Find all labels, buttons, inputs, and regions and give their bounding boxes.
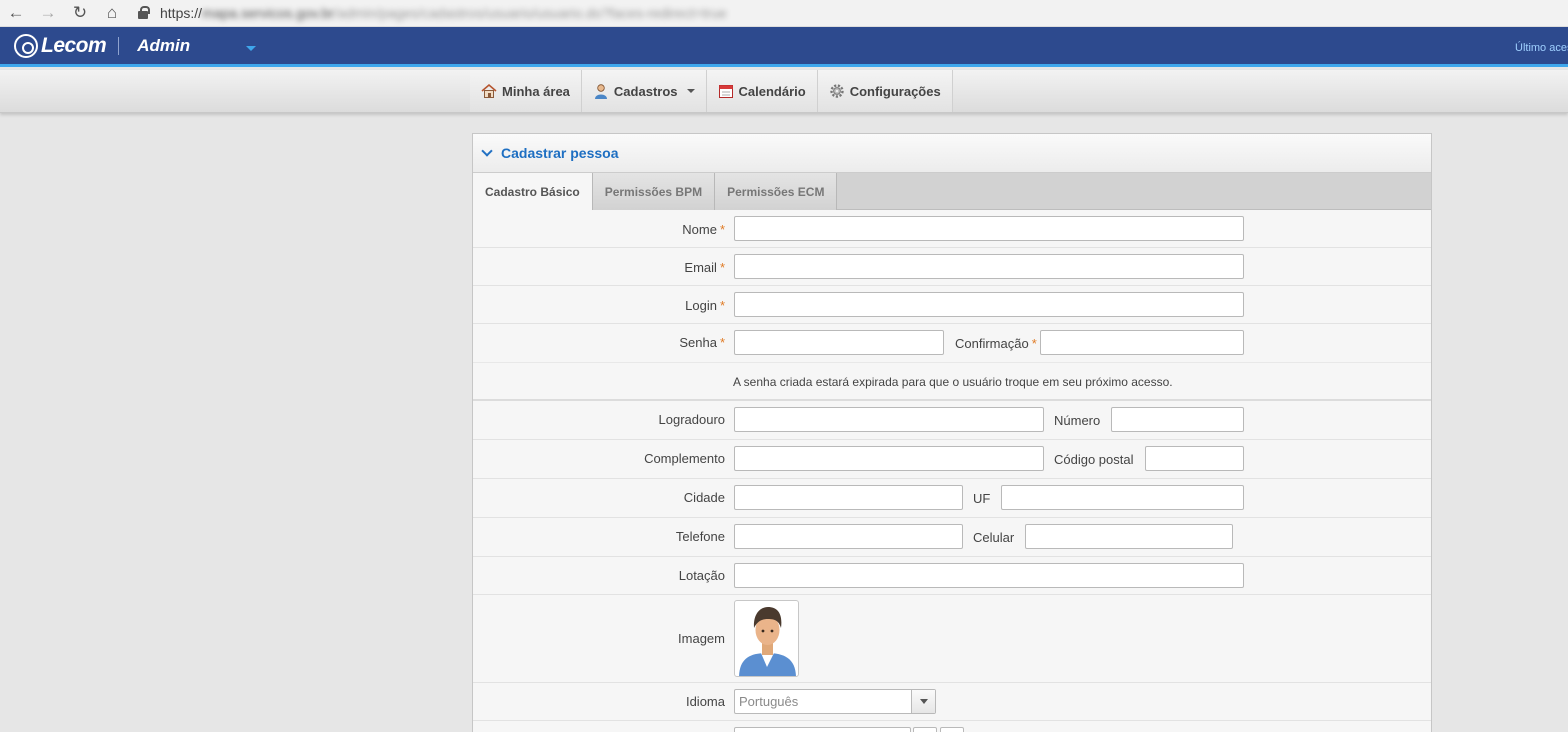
menu-item-label: Configurações bbox=[849, 83, 941, 99]
back-icon[interactable]: ← bbox=[0, 2, 32, 24]
cidade-label: Cidade bbox=[683, 490, 725, 505]
form-row-login: Login * bbox=[473, 286, 1431, 324]
home-icon bbox=[481, 83, 497, 99]
lecom-logo[interactable]: Lecom bbox=[14, 33, 107, 58]
login-label: Login * bbox=[685, 298, 725, 313]
menu-bar: Minha área Cadastros Calendário Configur… bbox=[0, 70, 1568, 113]
app-header: Lecom Admin Último acesso bbox=[0, 27, 1568, 67]
last-access-text: Último acesso bbox=[1515, 42, 1568, 54]
email-input[interactable] bbox=[734, 254, 1244, 279]
next-field-input[interactable] bbox=[734, 727, 911, 732]
main-menu: Minha área Cadastros Calendário Configur… bbox=[470, 70, 953, 112]
numero-label: Número bbox=[1054, 413, 1101, 428]
uf-label: UF bbox=[973, 491, 991, 506]
menu-item-calendario[interactable]: Calendário bbox=[706, 70, 818, 112]
lotacao-label: Lotação bbox=[678, 568, 725, 583]
form-row-complemento: Complemento Código postal bbox=[473, 440, 1431, 479]
idioma-selected-value: Português bbox=[739, 694, 799, 709]
next-field-button[interactable] bbox=[913, 727, 937, 732]
browser-toolbar: ← → ↻ ⌂ https:// mapa.servicos.gov.br /a… bbox=[0, 0, 1568, 27]
lecom-logo-icon bbox=[14, 33, 38, 58]
menu-item-configuracoes[interactable]: Configurações bbox=[817, 70, 953, 112]
form-row-senha: Senha * Confirmação * bbox=[473, 324, 1431, 363]
celular-label: Celular bbox=[973, 530, 1015, 545]
menu-item-cadastros[interactable]: Cadastros bbox=[581, 70, 707, 112]
numero-input[interactable] bbox=[1111, 407, 1244, 432]
form-row-senha-hint: A senha criada estará expirada para que … bbox=[473, 363, 1431, 401]
gear-icon bbox=[829, 83, 845, 99]
required-marker: * bbox=[719, 260, 725, 275]
form-row-idioma: Idioma Português bbox=[473, 683, 1431, 721]
form-row-email: Email * bbox=[473, 248, 1431, 286]
menu-item-label: Calendário bbox=[738, 83, 806, 99]
telefone-label: Telefone bbox=[675, 529, 725, 544]
menu-item-minha-area[interactable]: Minha área bbox=[470, 70, 582, 112]
url-host: mapa.servicos.gov.br bbox=[202, 5, 335, 21]
confirmacao-label: Confirmação * bbox=[955, 336, 1037, 351]
form-row-logradouro: Logradouro Número bbox=[473, 401, 1431, 440]
url-path: /admin/pages/cadastros/usuario/usuario.d… bbox=[334, 5, 727, 21]
form-row-lotacao: Lotação bbox=[473, 557, 1431, 595]
senha-hint-text: A senha criada estará expirada para que … bbox=[733, 375, 1173, 389]
form-row-cidade: Cidade UF bbox=[473, 479, 1431, 518]
user-icon bbox=[593, 83, 609, 99]
chevron-down-icon bbox=[686, 89, 695, 93]
form-row-next bbox=[473, 721, 1431, 732]
cadastrar-pessoa-panel: Cadastrar pessoa Cadastro Básico Permiss… bbox=[472, 133, 1432, 732]
required-marker: * bbox=[1031, 336, 1037, 351]
lock-icon bbox=[138, 6, 150, 20]
telefone-input[interactable] bbox=[734, 524, 963, 549]
header-divider bbox=[118, 36, 120, 55]
app-switch-caret-icon[interactable] bbox=[246, 45, 257, 51]
next-field-button-2[interactable] bbox=[940, 727, 964, 732]
complemento-label: Complemento bbox=[644, 451, 725, 466]
tab-permissoes-ecm[interactable]: Permissões ECM bbox=[715, 173, 838, 210]
forward-icon[interactable]: → bbox=[32, 2, 64, 24]
tab-bar: Cadastro Básico Permissões BPM Permissõe… bbox=[473, 173, 1431, 210]
form-row-telefone: Telefone Celular bbox=[473, 518, 1431, 557]
celular-input[interactable] bbox=[1025, 524, 1233, 549]
calendar-icon bbox=[718, 83, 734, 99]
nome-input[interactable] bbox=[734, 216, 1244, 241]
email-label: Email * bbox=[684, 260, 725, 275]
chevron-down-icon[interactable] bbox=[481, 145, 493, 157]
idioma-select[interactable]: Português bbox=[734, 689, 936, 714]
tab-permissoes-bpm[interactable]: Permissões BPM bbox=[592, 173, 716, 210]
form-row-nome: Nome * bbox=[473, 210, 1431, 248]
menu-item-label: Minha área bbox=[502, 83, 570, 99]
form-row-imagem: Imagem bbox=[473, 595, 1431, 683]
required-marker: * bbox=[719, 298, 725, 313]
panel-title: Cadastrar pessoa bbox=[501, 145, 619, 161]
chevron-down-icon[interactable] bbox=[911, 690, 935, 713]
address-bar[interactable]: https:// mapa.servicos.gov.br /admin/pag… bbox=[138, 2, 1568, 24]
avatar[interactable] bbox=[734, 600, 799, 677]
senha-label: Senha * bbox=[679, 335, 725, 350]
reload-icon[interactable]: ↻ bbox=[64, 2, 96, 24]
senha-input[interactable] bbox=[734, 330, 944, 355]
lotacao-input[interactable] bbox=[734, 563, 1244, 588]
home-browser-icon[interactable]: ⌂ bbox=[96, 2, 128, 24]
user-avatar-icon bbox=[739, 607, 796, 676]
cidade-input[interactable] bbox=[734, 485, 963, 510]
required-marker: * bbox=[719, 335, 725, 350]
panel-header[interactable]: Cadastrar pessoa bbox=[473, 134, 1431, 173]
app-name: Admin bbox=[137, 35, 191, 55]
logo-text: Lecom bbox=[41, 33, 107, 57]
nome-label: Nome * bbox=[682, 222, 725, 237]
menu-item-label: Cadastros bbox=[613, 83, 678, 99]
codigo-postal-input[interactable] bbox=[1145, 446, 1244, 471]
login-input[interactable] bbox=[734, 292, 1244, 317]
tab-cadastro-basico[interactable]: Cadastro Básico bbox=[473, 173, 593, 210]
required-marker: * bbox=[719, 222, 725, 237]
idioma-label: Idioma bbox=[685, 694, 725, 709]
uf-input[interactable] bbox=[1001, 485, 1244, 510]
confirmacao-input[interactable] bbox=[1040, 330, 1244, 355]
codigo-postal-label: Código postal bbox=[1054, 452, 1134, 467]
complemento-input[interactable] bbox=[734, 446, 1044, 471]
logradouro-input[interactable] bbox=[734, 407, 1044, 432]
url-scheme: https:// bbox=[160, 5, 203, 21]
logradouro-label: Logradouro bbox=[658, 412, 726, 427]
imagem-label: Imagem bbox=[678, 631, 725, 646]
